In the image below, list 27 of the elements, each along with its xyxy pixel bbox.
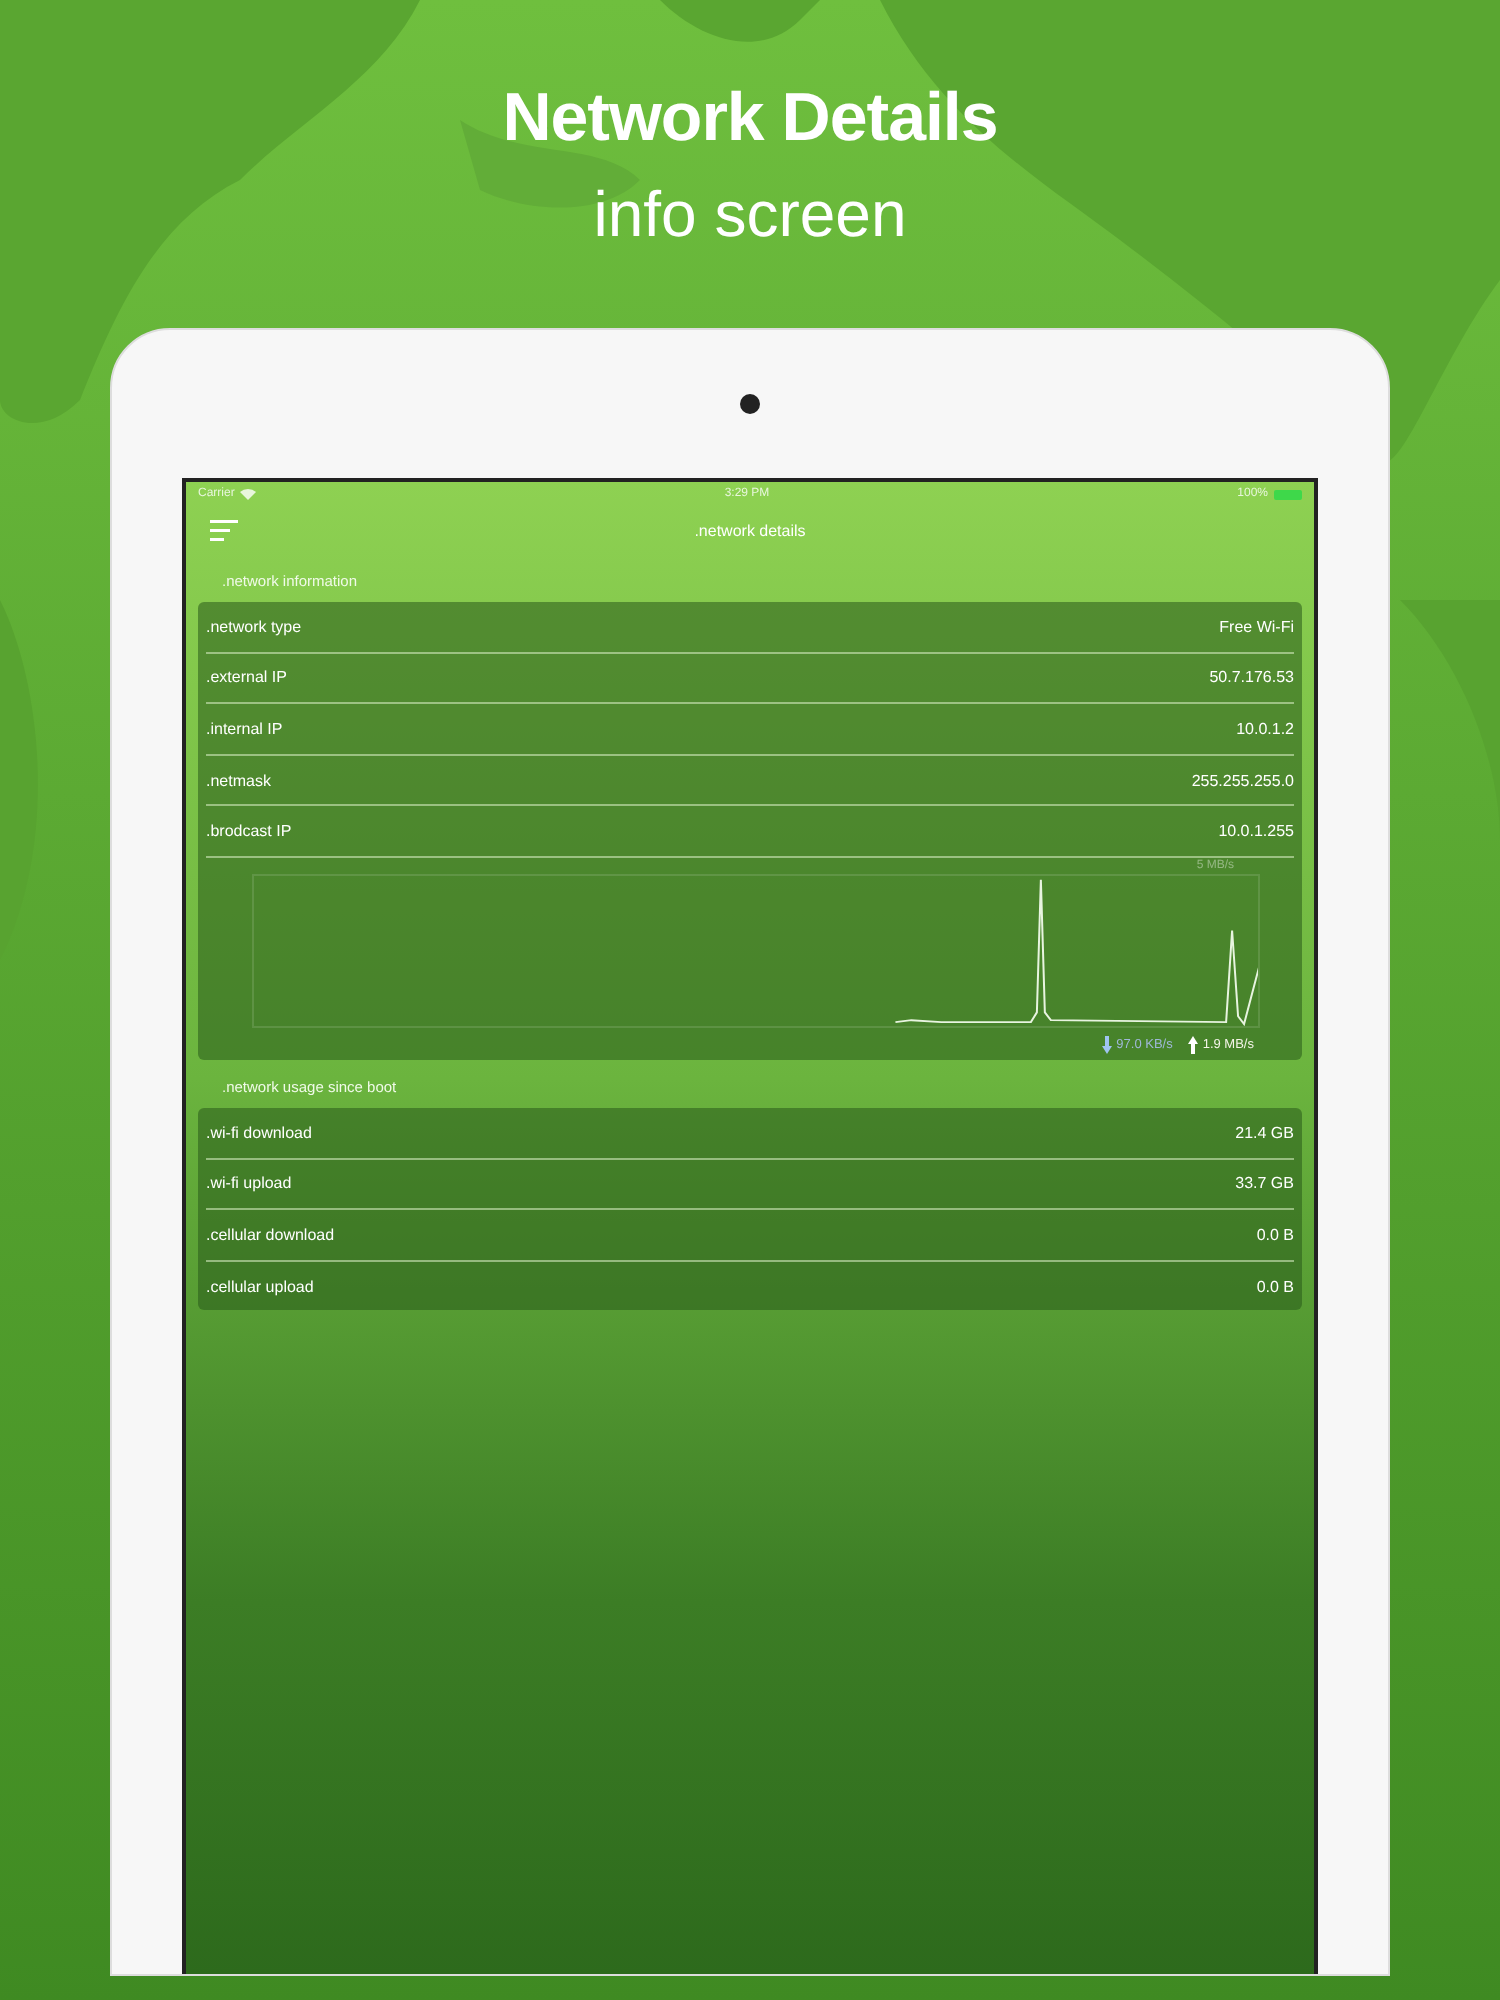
row-label: .cellular download — [206, 1225, 335, 1244]
menu-icon[interactable] — [210, 519, 238, 541]
wifi-icon — [240, 488, 257, 500]
row-label: .cellular upload — [206, 1277, 314, 1296]
row-value: 10.0.1.255 — [1218, 822, 1294, 841]
download-arrow-icon — [1102, 1035, 1113, 1054]
row-label: .internal IP — [206, 719, 283, 738]
row-value: 255.255.255.0 — [1191, 771, 1294, 790]
battery-icon — [1274, 489, 1302, 499]
screen-title: .network details — [694, 521, 806, 539]
row-value: 33.7 GB — [1235, 1174, 1294, 1193]
row-label: .brodcast IP — [206, 822, 292, 841]
row-label: .external IP — [206, 668, 287, 687]
row-value: 10.0.1.2 — [1236, 719, 1294, 738]
headline: Network Details — [502, 80, 998, 158]
row-label: .netmask — [206, 771, 271, 790]
row-label: .network type — [206, 617, 302, 636]
row-label: .wi-fi upload — [206, 1174, 292, 1193]
row-value: 0.0 B — [1256, 1277, 1294, 1296]
row-value: 21.4 GB — [1235, 1123, 1294, 1142]
subheadline: info screen — [593, 178, 907, 252]
upload-arrow-icon — [1188, 1035, 1199, 1054]
row-value: 0.0 B — [1256, 1225, 1294, 1244]
row-label: .wi-fi download — [206, 1123, 312, 1142]
camera-icon — [740, 394, 760, 414]
row-value: Free Wi-Fi — [1219, 617, 1294, 636]
row-value: 50.7.176.53 — [1209, 668, 1294, 687]
